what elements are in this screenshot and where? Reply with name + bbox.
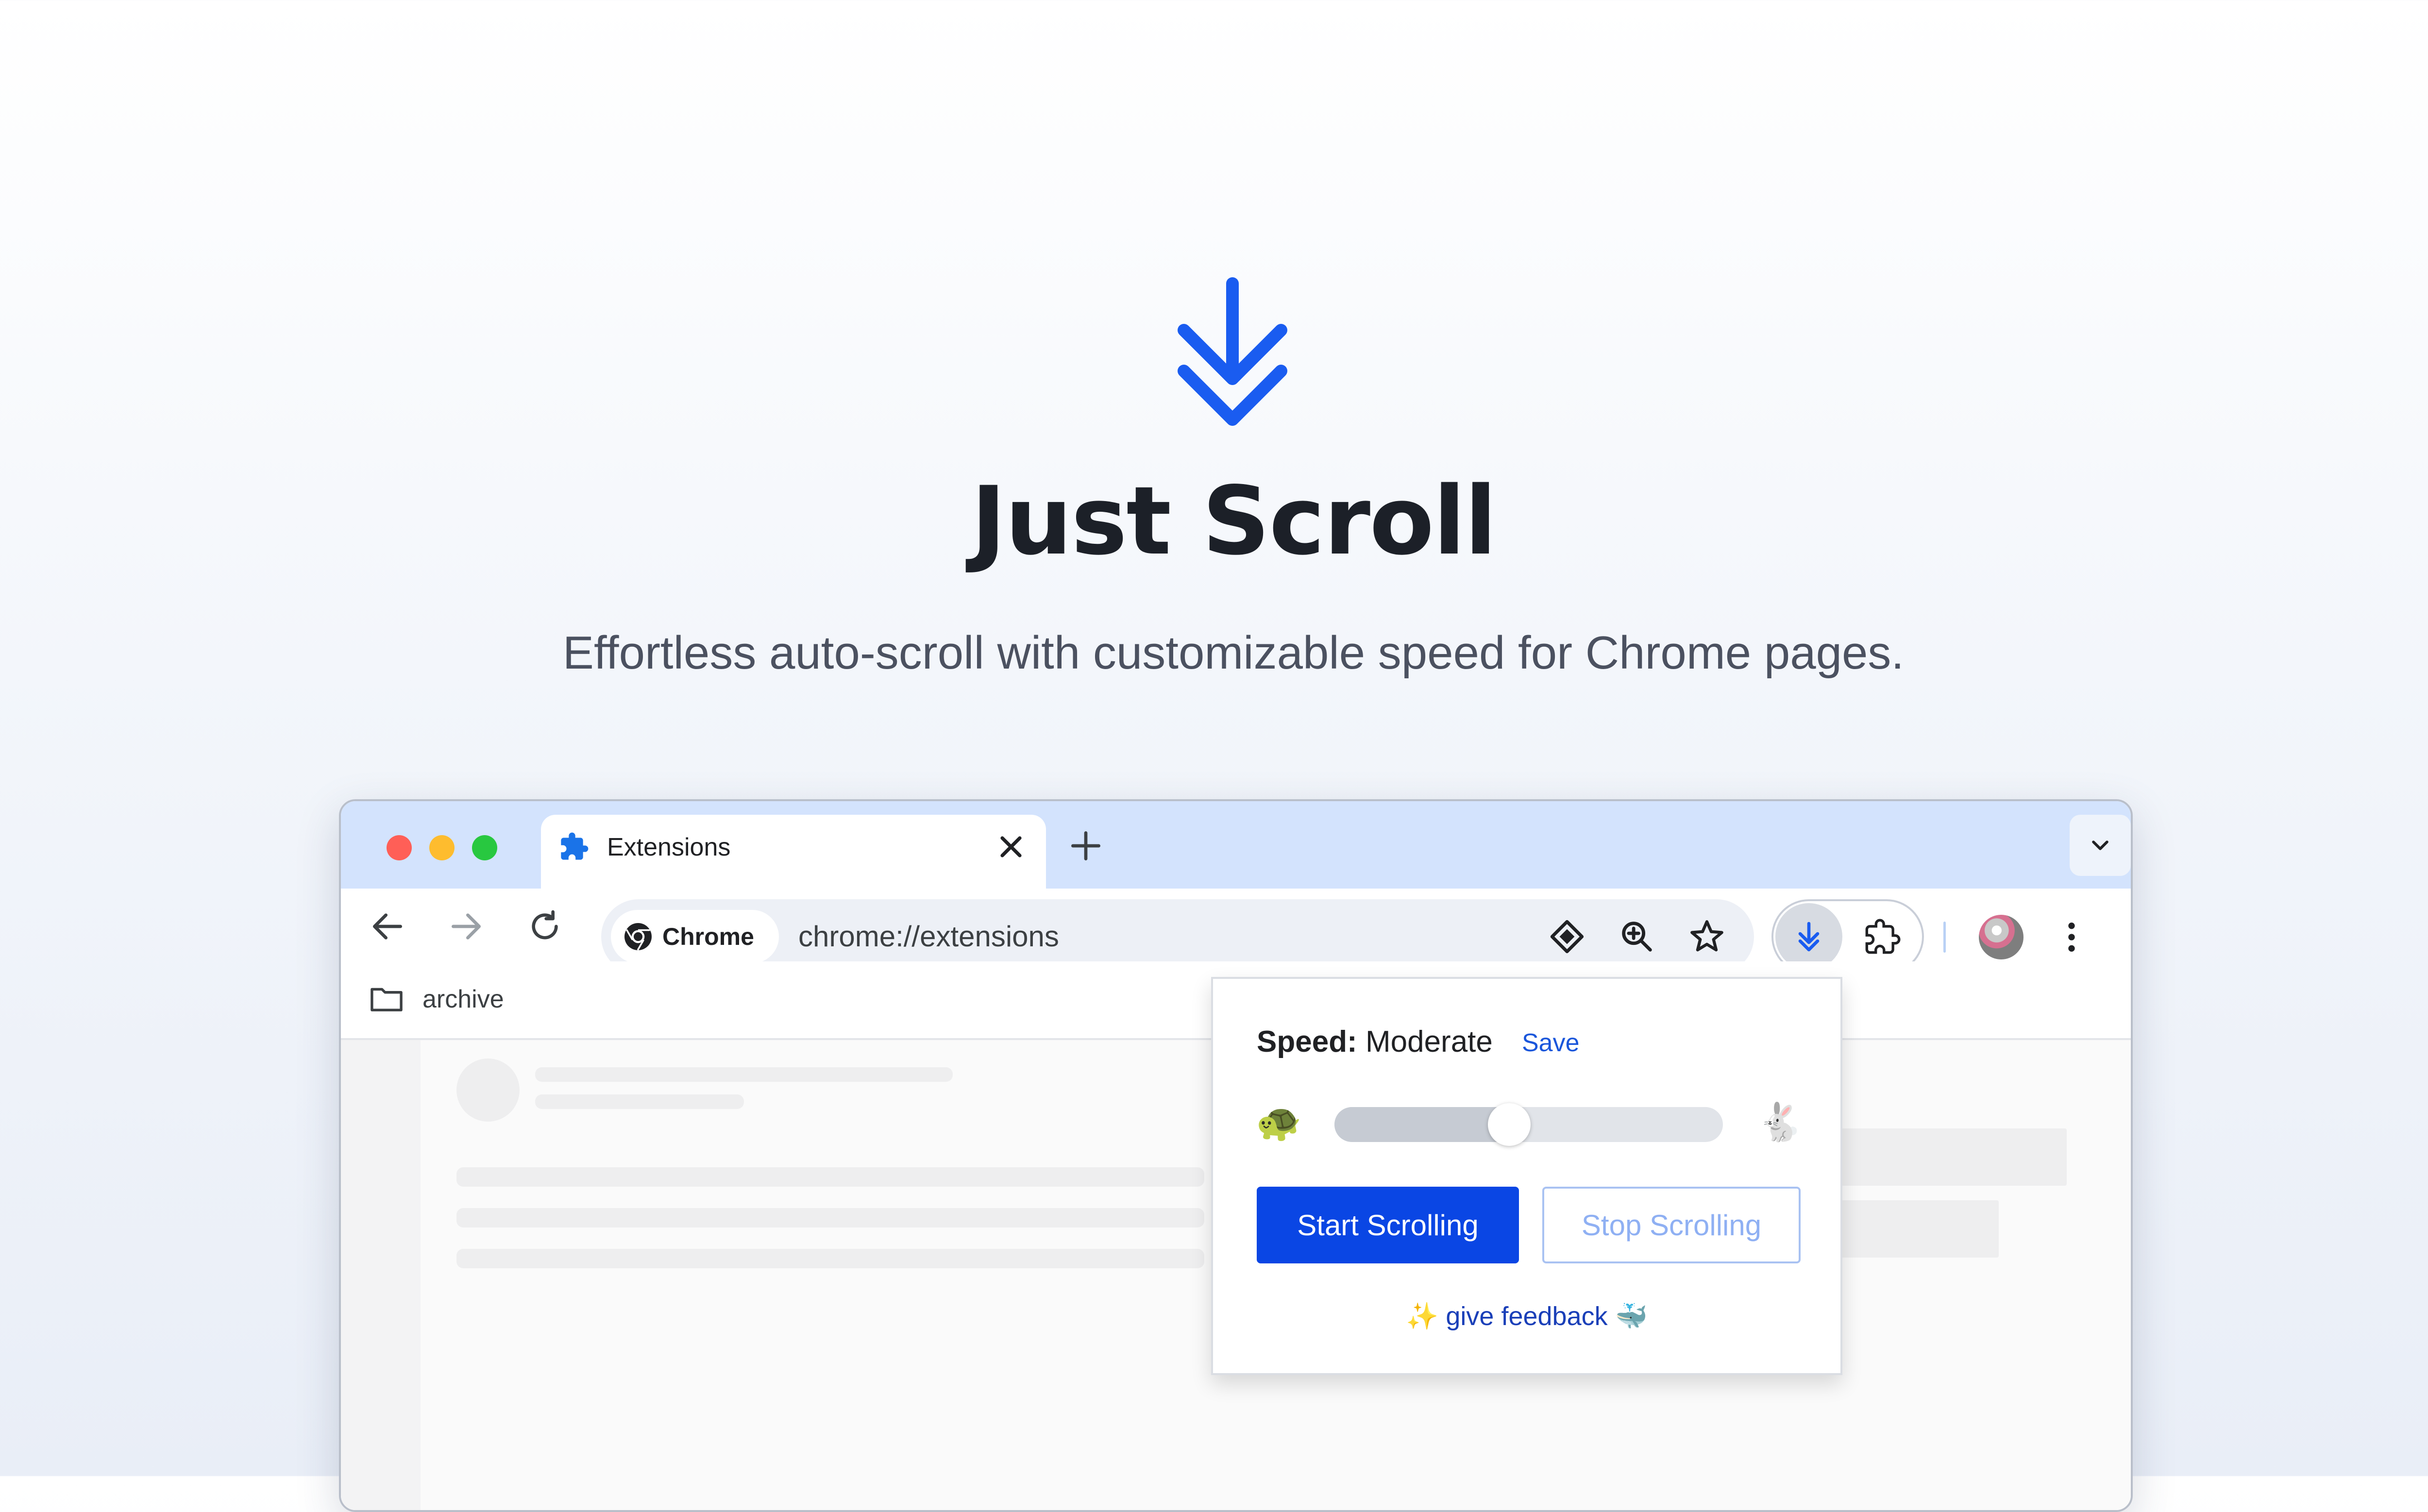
lens-icon[interactable] xyxy=(1547,917,1587,957)
arrow-right-icon[interactable] xyxy=(447,907,486,946)
folder-icon xyxy=(371,988,403,1011)
puzzle-outline-icon[interactable] xyxy=(1864,919,1901,956)
whale-icon: 🐳 xyxy=(1615,1301,1648,1331)
plus-icon[interactable] xyxy=(1066,826,1105,865)
puzzle-icon xyxy=(561,832,589,860)
chrome-logo-icon xyxy=(624,923,652,951)
site-info-label: Chrome xyxy=(662,923,754,950)
just-scroll-extension-button[interactable] xyxy=(1775,903,1842,970)
hero-title: Just Scroll xyxy=(971,466,1497,576)
reload-icon[interactable] xyxy=(525,907,564,946)
speed-label: Speed: xyxy=(1257,1025,1357,1058)
toolbar-separator xyxy=(1943,922,1946,953)
site-info-chip[interactable]: Chrome xyxy=(611,910,779,963)
sparkle-icon: ✨ xyxy=(1406,1301,1439,1331)
start-scrolling-button[interactable]: Start Scrolling xyxy=(1257,1187,1519,1263)
avatar[interactable] xyxy=(1979,915,2023,959)
stop-scrolling-button[interactable]: Stop Scrolling xyxy=(1542,1187,1801,1263)
extension-popup: Speed: Moderate Save 🐢 🐇 Start Scrolling… xyxy=(1211,977,1842,1375)
skeleton-line xyxy=(456,1249,1204,1268)
turtle-icon: 🐢 xyxy=(1256,1100,1302,1143)
tab-search-button[interactable] xyxy=(2070,815,2131,876)
bookmark-label: archive xyxy=(422,985,504,1013)
tab-extensions[interactable]: Extensions xyxy=(541,815,1046,889)
save-link[interactable]: Save xyxy=(1522,1027,1580,1058)
zoom-icon[interactable] xyxy=(1617,917,1657,957)
skeleton-line xyxy=(456,1167,1204,1187)
skeleton-avatar xyxy=(456,1058,520,1122)
tab-title: Extensions xyxy=(607,833,731,861)
tab-strip: Extensions xyxy=(341,801,2131,889)
speed-slider-thumb[interactable] xyxy=(1488,1103,1531,1146)
just-scroll-arrow-icon xyxy=(1798,922,1820,952)
minimize-window-button[interactable] xyxy=(429,835,455,860)
toolbar: Chrome chrome://extensions xyxy=(341,889,2131,974)
skeleton-line xyxy=(535,1067,953,1082)
skeleton-line xyxy=(535,1094,744,1109)
hero-subtitle: Effortless auto-scroll with customizable… xyxy=(562,627,1905,679)
close-window-button[interactable] xyxy=(387,835,412,860)
double-down-arrow-icon xyxy=(1178,277,1287,426)
speed-value: Moderate xyxy=(1365,1025,1493,1058)
skeleton-block xyxy=(1929,1128,2067,1186)
maximize-window-button[interactable] xyxy=(472,835,497,860)
url-text[interactable]: chrome://extensions xyxy=(798,919,1059,955)
feedback-row: ✨ give feedback 🐳 xyxy=(1213,1299,1840,1333)
skeleton-block xyxy=(1837,1200,1999,1258)
star-icon[interactable] xyxy=(1687,917,1727,957)
close-icon[interactable] xyxy=(994,829,1029,864)
kebab-menu-icon[interactable] xyxy=(2052,918,2091,957)
skeleton-line xyxy=(456,1208,1204,1227)
speed-indicator: Speed: Moderate xyxy=(1257,1023,1493,1061)
skeleton-sidebar xyxy=(341,1040,421,1510)
give-feedback-link[interactable]: give feedback xyxy=(1446,1302,1607,1331)
arrow-left-icon[interactable] xyxy=(368,907,407,946)
rabbit-icon: 🐇 xyxy=(1757,1100,1803,1143)
speed-slider-fill xyxy=(1334,1107,1509,1142)
chevron-down-icon xyxy=(2092,840,2108,850)
